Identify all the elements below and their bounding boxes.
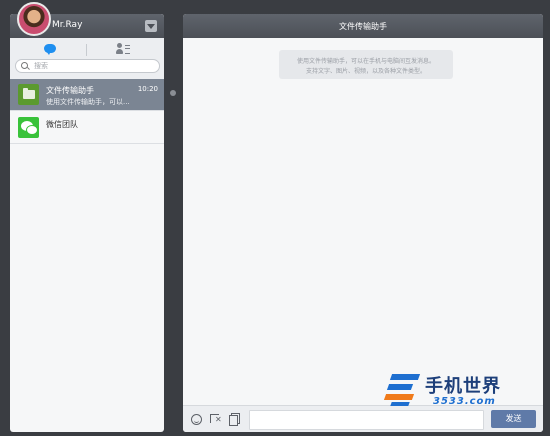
notice-line: 支持文字、图片、视频，以及各种文件类型。 bbox=[305, 68, 426, 75]
chat-title: 文件传输助手 bbox=[339, 22, 387, 31]
menu-dropdown-icon[interactable] bbox=[145, 20, 157, 32]
watermark-logo: 手机世界 3533.com bbox=[383, 372, 535, 410]
notice-line: 使用文件传输助手，可以在手机与电脑间互发消息。 bbox=[296, 58, 435, 65]
chat-panel: 文件传输助手 使用文件传输助手，可以在手机与电脑间互发消息。 支持文字、图片、视… bbox=[183, 14, 543, 432]
conversation-item-wechat-team[interactable]: 微信团队 bbox=[10, 112, 164, 144]
avatar[interactable] bbox=[17, 2, 51, 36]
conversation-name: 微信团队 bbox=[46, 120, 78, 129]
search-box[interactable] bbox=[15, 59, 160, 73]
chat-tab-icon[interactable] bbox=[44, 44, 56, 55]
conversation-time: 10:20 bbox=[137, 85, 158, 93]
tab-divider bbox=[86, 44, 87, 56]
search-input[interactable] bbox=[34, 60, 152, 72]
conversation-preview: 使用文件传输助手，可以... bbox=[46, 98, 130, 106]
conversation-name: 文件传输助手 bbox=[46, 86, 94, 95]
emoji-icon[interactable] bbox=[191, 414, 202, 425]
brand-logo-icon bbox=[383, 374, 421, 406]
username: Mr.Ray bbox=[52, 20, 83, 30]
contacts-tab-icon[interactable] bbox=[116, 43, 130, 55]
panel-resize-handle[interactable] bbox=[170, 90, 176, 96]
chat-header: 文件传输助手 bbox=[183, 14, 543, 38]
send-button[interactable]: 发送 bbox=[491, 410, 536, 428]
message-input[interactable] bbox=[249, 410, 484, 430]
sidebar-panel: Mr.Ray 文件传输助手 10:20 使用文件传输助手，可以... 微信团队 bbox=[10, 14, 164, 432]
watermark-brand: 手机世界 bbox=[425, 376, 501, 397]
search-icon bbox=[21, 62, 28, 69]
screenshot-icon[interactable]: ✕ bbox=[210, 412, 222, 424]
folder-icon bbox=[18, 84, 39, 105]
file-icon[interactable] bbox=[229, 413, 240, 426]
conversation-item-file-transfer[interactable]: 文件传输助手 10:20 使用文件传输助手，可以... bbox=[10, 79, 164, 111]
wechat-icon bbox=[18, 117, 39, 138]
watermark-domain: 3533.com bbox=[433, 396, 496, 407]
system-notice: 使用文件传输助手，可以在手机与电脑间互发消息。 支持文字、图片、视频，以及各种文… bbox=[279, 50, 453, 79]
